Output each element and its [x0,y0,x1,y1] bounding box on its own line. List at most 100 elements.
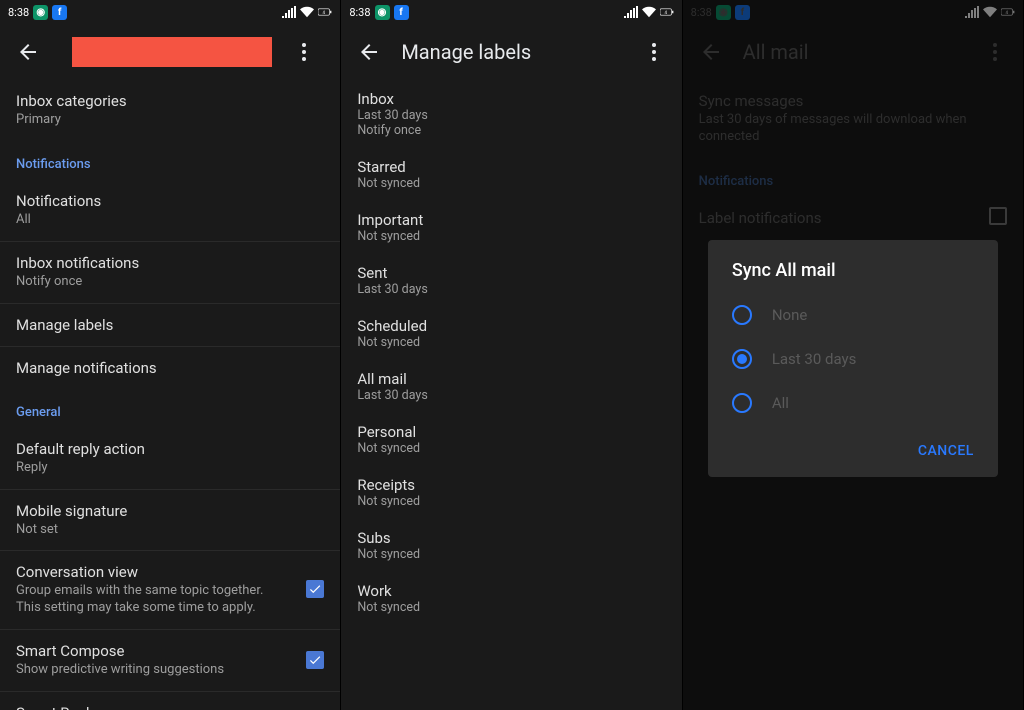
manage-labels-row[interactable]: Manage labels [0,304,340,347]
label-row[interactable]: ReceiptsNot synced [341,466,681,519]
label-title: Work [357,582,665,600]
label-sub: Not synced [357,547,665,562]
radio-none[interactable] [732,305,752,325]
conversation-view-row[interactable]: Conversation view Group emails with the … [0,551,340,630]
status-time: 8:38 [349,6,370,19]
row-title: Manage notifications [16,359,324,377]
mobile-signature-row[interactable]: Mobile signature Not set [0,490,340,552]
status-bar: 8:38 ◉ f 4 [341,0,681,24]
smart-compose-row[interactable]: Smart Compose Show predictive writing su… [0,630,340,692]
signal-icon [624,5,638,19]
dialog-option-last30[interactable]: Last 30 days [720,337,986,381]
wifi-icon [642,5,656,19]
row-title: Manage labels [16,316,324,334]
wifi-icon [300,5,314,19]
option-label: All [772,394,789,412]
label-row[interactable]: StarredNot synced [341,148,681,201]
row-sub: Group emails with the same topic togethe… [16,583,276,617]
battery-icon: 4 [660,5,674,19]
signal-icon [282,5,296,19]
label-sub: Last 30 days [357,282,665,297]
label-sub: Last 30 days [357,108,665,123]
label-row[interactable]: PersonalNot synced [341,413,681,466]
label-sub: Not synced [357,335,665,350]
smart-reply-row[interactable]: Smart Reply [0,692,340,710]
inbox-categories-row[interactable]: Inbox categories Primary [0,80,340,141]
section-notifications: Notifications [0,141,340,180]
row-sub: Notify once [16,274,324,291]
notifications-row[interactable]: Notifications All [0,180,340,242]
option-label: None [772,306,808,324]
row-sub: Not set [16,522,324,539]
row-sub: Show predictive writing suggestions [16,662,324,679]
row-sub: All [16,212,324,229]
label-title: Starred [357,158,665,176]
screen-account-settings: 8:38 ◉ f 4 Inbox categories Primary Noti… [0,0,341,710]
row-title: Smart Reply [16,704,324,710]
whatsapp-icon: ◉ [33,5,48,20]
label-sub: Not synced [357,229,665,244]
smart-compose-checkbox[interactable] [306,651,324,669]
row-title: Mobile signature [16,502,324,520]
conversation-view-checkbox[interactable] [306,580,324,598]
label-sub: Not synced [357,176,665,191]
sync-dialog: Sync All mail None Last 30 days All CANC… [708,240,998,477]
labels-list: InboxLast 30 daysNotify onceStarredNot s… [341,80,681,625]
label-sub2: Notify once [357,123,665,138]
facebook-icon: f [52,5,67,20]
back-button[interactable] [349,32,389,72]
settings-content: Inbox categories Primary Notifications N… [0,80,340,710]
facebook-icon: f [394,5,409,20]
screen-manage-labels: 8:38 ◉ f 4 Manage labels InboxLast 30 da… [341,0,682,710]
row-title: Inbox notifications [16,254,324,272]
row-sub: Reply [16,460,324,477]
dialog-options: None Last 30 days All [708,293,998,425]
battery-icon: 4 [318,5,332,19]
dialog-actions: CANCEL [708,425,998,477]
label-title: Inbox [357,90,665,108]
label-row[interactable]: SubsNot synced [341,519,681,572]
status-time: 8:38 [8,6,29,19]
label-row[interactable]: ScheduledNot synced [341,307,681,360]
more-options-button[interactable] [634,32,674,72]
label-title: Subs [357,529,665,547]
account-email-redacted [72,37,272,67]
cancel-button[interactable]: CANCEL [902,433,990,469]
default-reply-row[interactable]: Default reply action Reply [0,428,340,490]
label-title: Receipts [357,476,665,494]
label-row[interactable]: ImportantNot synced [341,201,681,254]
header-title: Manage labels [401,40,621,64]
header [0,24,340,80]
whatsapp-icon: ◉ [375,5,390,20]
inbox-notifications-row[interactable]: Inbox notifications Notify once [0,242,340,304]
row-title: Notifications [16,192,324,210]
label-row[interactable]: InboxLast 30 daysNotify once [341,80,681,148]
label-row[interactable]: SentLast 30 days [341,254,681,307]
manage-notifications-row[interactable]: Manage notifications [0,347,340,389]
label-row[interactable]: All mailLast 30 days [341,360,681,413]
row-title: Default reply action [16,440,324,458]
row-title: Conversation view [16,563,324,581]
label-sub: Not synced [357,441,665,456]
label-title: Sent [357,264,665,282]
radio-all[interactable] [732,393,752,413]
row-sub: Primary [16,112,324,129]
back-button[interactable] [8,32,48,72]
option-label: Last 30 days [772,350,857,368]
label-row[interactable]: WorkNot synced [341,572,681,625]
label-title: All mail [357,370,665,388]
dialog-option-all[interactable]: All [720,381,986,425]
radio-last30[interactable] [732,349,752,369]
label-title: Scheduled [357,317,665,335]
dialog-title: Sync All mail [708,240,998,293]
dialog-overlay[interactable]: Sync All mail None Last 30 days All CANC… [683,0,1023,710]
section-general: General [0,389,340,428]
row-title: Inbox categories [16,92,324,110]
more-options-button[interactable] [284,32,324,72]
header: Manage labels [341,24,681,80]
label-sub: Last 30 days [357,388,665,403]
dialog-option-none[interactable]: None [720,293,986,337]
label-title: Important [357,211,665,229]
screen-all-mail: 8:38 ◉ f 4 All mail Sync messages Last 3… [683,0,1024,710]
label-title: Personal [357,423,665,441]
